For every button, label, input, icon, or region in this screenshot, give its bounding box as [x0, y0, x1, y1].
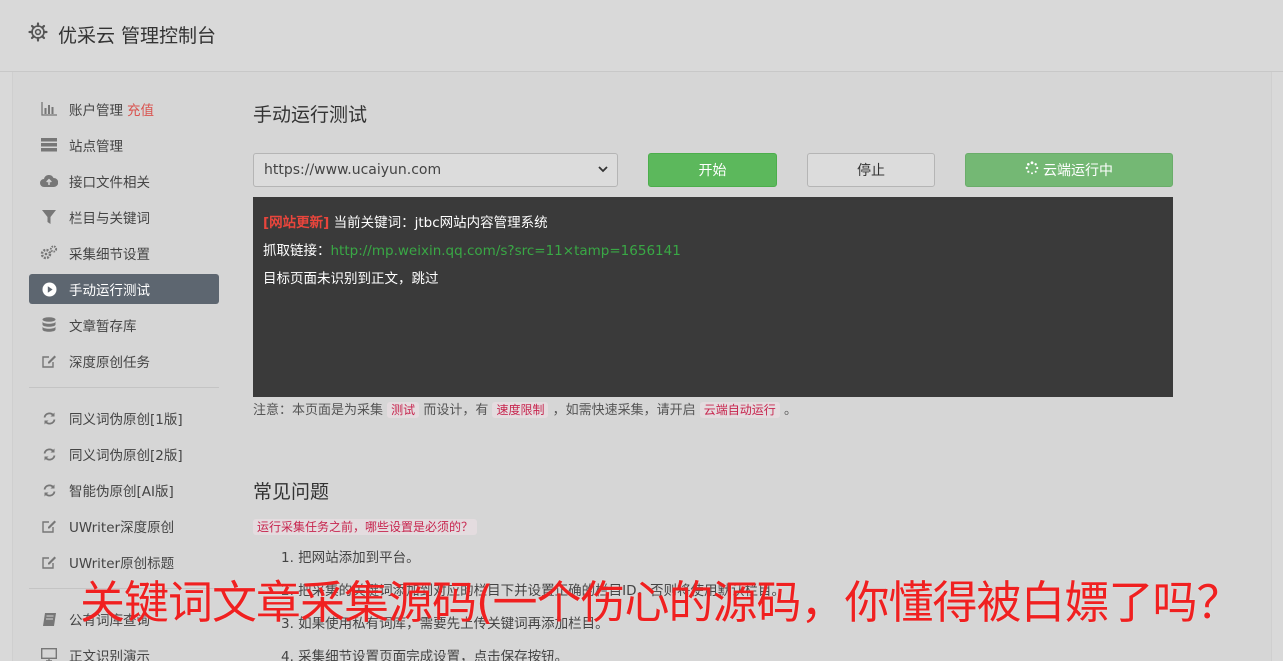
- sidebar-item-sites[interactable]: 站点管理: [29, 130, 219, 160]
- spinner-icon: [1025, 161, 1039, 179]
- database-icon: [40, 317, 58, 333]
- log-text: 当前关键词：jtbc网站内容管理系统: [329, 215, 548, 231]
- start-button[interactable]: 开始: [648, 153, 777, 187]
- sidebar-item-label: 手动运行测试: [69, 283, 150, 299]
- sidebar-item-manual-run[interactable]: 手动运行测试: [29, 274, 219, 304]
- sidebar-item-label: 站点管理: [69, 139, 123, 155]
- faq-question: 运行采集任务之前，哪些设置是必须的？: [253, 516, 478, 535]
- page-title: 手动运行测试: [253, 104, 368, 126]
- cloud-run-button[interactable]: 云端运行中: [965, 153, 1173, 187]
- refresh-icon: [40, 482, 58, 498]
- note-code: 云端自动运行: [699, 402, 780, 418]
- cloud-run-label: 云端运行中: [1043, 163, 1113, 179]
- sidebar-item-label: 同义词伪原创[2版]: [69, 448, 183, 464]
- sidebar-item-deep-original[interactable]: 深度原创任务: [29, 346, 219, 376]
- note-text: 。: [783, 403, 797, 418]
- sidebar-item-label: 深度原创任务: [69, 355, 150, 371]
- sidebar-divider: [29, 387, 219, 388]
- log-tag: [网站更新]: [263, 215, 330, 231]
- log-label: 抓取链接：: [263, 243, 331, 259]
- filter-icon: [40, 209, 58, 225]
- sidebar-item-ai-rewrite[interactable]: 智能伪原创[AI版]: [29, 475, 219, 505]
- gear-icon: [28, 22, 48, 42]
- monitor-icon: [40, 647, 58, 661]
- app-title: 优采云 管理控制台: [58, 25, 217, 47]
- site-select-value: https://www.ucaiyun.com: [264, 162, 442, 178]
- refresh-icon: [40, 410, 58, 426]
- edit-icon: [40, 518, 58, 534]
- book-icon: [40, 611, 58, 627]
- sidebar-item-label: 同义词伪原创[1版]: [69, 412, 183, 428]
- sidebar-item-account[interactable]: 账户管理 充值: [29, 94, 219, 124]
- note-text: 注意：本页面是为采集: [253, 403, 384, 418]
- chevron-down-icon: [597, 163, 609, 179]
- sidebar-item-collect-settings[interactable]: 采集细节设置: [29, 238, 219, 268]
- log-link[interactable]: http://mp.weixin.qq.com/s?src=11×tamp=16…: [331, 243, 681, 259]
- sidebar-item-label: 智能伪原创[AI版]: [69, 484, 174, 500]
- sidebar-item-label: 栏目与关键词: [69, 211, 150, 227]
- note-text: 而设计，有: [423, 403, 489, 418]
- play-circle-icon: [40, 281, 58, 297]
- list-item: 4. 采集细节设置页面完成设置，点击保存按钮。: [281, 649, 569, 661]
- sidebar-item-label: UWriter深度原创: [69, 520, 175, 536]
- sidebar-item-interface-files[interactable]: 接口文件相关: [29, 166, 219, 196]
- bar-chart-icon: [40, 101, 58, 117]
- refresh-icon: [40, 446, 58, 462]
- faq-title: 常见问题: [253, 481, 330, 503]
- run-log-console: [网站更新] 当前关键词：jtbc网站内容管理系统 抓取链接：http://mp…: [253, 197, 1173, 397]
- log-line: [网站更新] 当前关键词：jtbc网站内容管理系统: [263, 209, 1163, 237]
- sidebar-item-label: 采集细节设置: [69, 247, 150, 263]
- sidebar-item-text-recognition[interactable]: 正文识别演示: [29, 640, 219, 661]
- site-select[interactable]: https://www.ucaiyun.com: [253, 153, 618, 187]
- run-controls: https://www.ucaiyun.com 开始 停止 云端运行中: [253, 153, 1173, 187]
- speed-limit-note: 注意：本页面是为采集 测试 而设计，有 速度限制 ，如需快速采集，请开启 云端自…: [253, 399, 797, 418]
- server-icon: [40, 137, 58, 153]
- log-text: 目标页面未识别到正文，跳过: [263, 271, 439, 287]
- sidebar-item-synonym-v2[interactable]: 同义词伪原创[2版]: [29, 439, 219, 469]
- watermark-caption: 关键词文章采集源码(一个伤心的源码，你懂得被白嫖了吗？: [80, 576, 1242, 629]
- sidebar-item-label: 接口文件相关: [69, 175, 150, 191]
- edit-icon: [40, 353, 58, 369]
- sidebar-item-label: 文章暂存库: [69, 319, 137, 335]
- sidebar-item-uwriter-deep[interactable]: UWriter深度原创: [29, 511, 219, 541]
- edit-icon: [40, 554, 58, 570]
- faq-question-code: 运行采集任务之前，哪些设置是必须的？: [253, 519, 478, 535]
- cogs-icon: [40, 245, 58, 261]
- sidebar-item-columns-keywords[interactable]: 栏目与关键词: [29, 202, 219, 232]
- cloud-upload-icon: [40, 173, 58, 189]
- main-content: 手动运行测试 https://www.ucaiyun.com 开始 停止 云端运…: [253, 100, 1173, 661]
- note-text: ，如需快速采集，请开启: [552, 403, 696, 418]
- note-code: 测试: [387, 402, 420, 418]
- top-header: 优采云 管理控制台: [0, 0, 1283, 72]
- sidebar-item-synonym-v1[interactable]: 同义词伪原创[1版]: [29, 403, 219, 433]
- sidebar-item-label: 正文识别演示: [69, 649, 150, 661]
- log-line: 目标页面未识别到正文，跳过: [263, 265, 1163, 293]
- log-line: 抓取链接：http://mp.weixin.qq.com/s?src=11×ta…: [263, 237, 1163, 265]
- stop-button[interactable]: 停止: [807, 153, 935, 187]
- sidebar-item-article-storage[interactable]: 文章暂存库: [29, 310, 219, 340]
- note-code: 速度限制: [492, 402, 549, 418]
- recharge-link[interactable]: 充值: [127, 99, 154, 119]
- sidebar-item-label: 账户管理: [69, 103, 123, 119]
